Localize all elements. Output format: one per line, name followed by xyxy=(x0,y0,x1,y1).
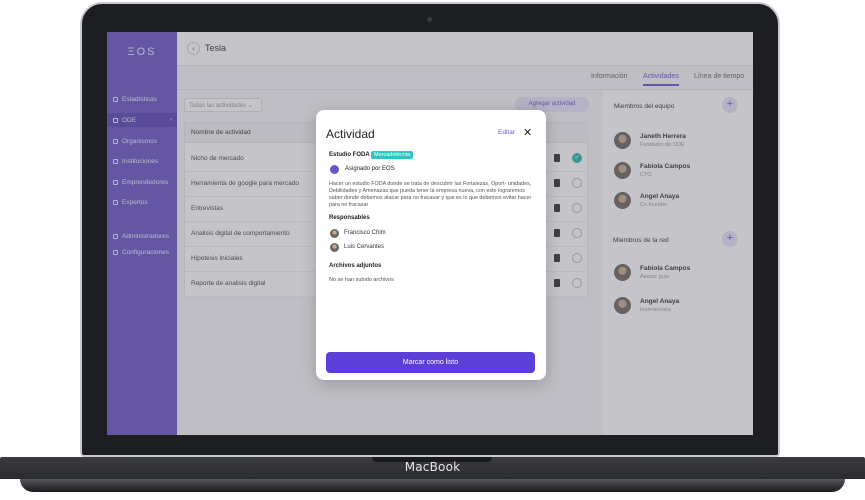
modal-title: Actividad xyxy=(326,127,375,141)
avatar xyxy=(330,243,339,252)
no-files-text: No se han subido archivos xyxy=(329,277,394,283)
activity-modal: Actividad Editar ✕ Estudio FODA Mercadot… xyxy=(316,110,546,380)
activity-description: Hacer un estudio FODA donde se trata de … xyxy=(329,181,532,208)
responsables-title: Responsables xyxy=(329,215,370,221)
avatar xyxy=(330,229,339,238)
files-title: Archivos adjuntos xyxy=(329,263,382,269)
close-icon[interactable]: ✕ xyxy=(523,126,532,139)
laptop-base-bottom xyxy=(20,479,845,492)
category-badge: Mercadotécnia xyxy=(371,151,414,159)
camera xyxy=(427,17,432,22)
mark-done-button[interactable]: Marcar como listo xyxy=(326,352,535,373)
device-brand: MacBook xyxy=(404,460,461,474)
assigned-avatar-icon xyxy=(330,165,339,174)
edit-link[interactable]: Editar xyxy=(498,129,515,136)
responsable-name: Luis Cervantes xyxy=(344,244,385,250)
activity-subtitle: Estudio FODA xyxy=(329,152,370,158)
laptop-stage: ΞOS Estadísticas ODE › Organismos Instit… xyxy=(0,0,865,500)
responsable-name: Francisco Chim xyxy=(344,230,386,236)
assigned-by: Asignado por EOS xyxy=(345,166,395,172)
